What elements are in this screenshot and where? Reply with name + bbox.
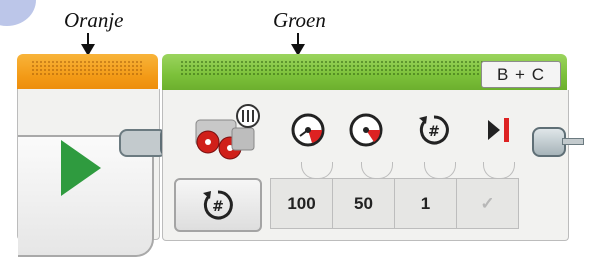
move-tank-block[interactable]: B + C # # 100 50 1 ✓: [162, 54, 569, 241]
brake-checkbox[interactable]: ✓: [456, 178, 519, 229]
brake-at-end-icon: [488, 118, 509, 142]
right-power-input[interactable]: 50: [332, 178, 395, 229]
large-motor-pair-icon: [195, 104, 260, 160]
left-power-icon: [291, 113, 325, 147]
rotations-mode-icon: #: [203, 190, 233, 220]
corner-decoration: [0, 0, 36, 26]
start-block-header: [17, 54, 158, 92]
header-grip[interactable]: [31, 60, 144, 76]
svg-text:#: #: [428, 124, 440, 140]
parameter-values-row: 100 50 1 ✓: [270, 178, 519, 229]
header-grip[interactable]: [180, 60, 487, 76]
port-selector[interactable]: B + C: [481, 61, 561, 88]
left-power-input[interactable]: 100: [270, 178, 333, 229]
annotation-orange-label: Oranje: [64, 8, 124, 32]
sequence-plug-out-right[interactable]: [532, 127, 566, 157]
sequence-wire: [562, 138, 584, 145]
move-tank-header: B + C: [162, 54, 567, 92]
annotation-green-label: Groen: [273, 8, 326, 32]
right-power-icon: [349, 113, 383, 147]
svg-text:#: #: [212, 199, 224, 215]
play-icon[interactable]: [61, 140, 101, 196]
mode-selector-button[interactable]: #: [174, 178, 262, 232]
rotations-input[interactable]: 1: [394, 178, 457, 229]
rotations-icon: #: [419, 115, 449, 145]
